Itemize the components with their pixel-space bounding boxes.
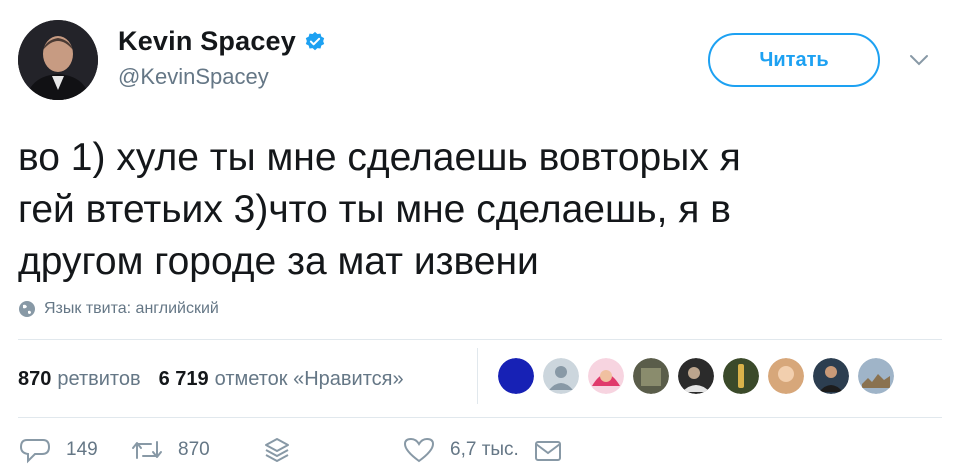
tweet-language[interactable]: Язык твита: английский [18,300,219,318]
likes-stat[interactable]: 6 719 отметок «Нравится» [159,368,404,391]
author-avatar[interactable] [18,20,98,100]
tweet-line: во 1) хуле ты мне сделаешь вовторых я [18,136,741,179]
retweet-button[interactable]: 870 [130,436,260,464]
reply-button[interactable]: 149 [18,436,130,464]
direct-message-button[interactable] [532,436,580,464]
tweet-stats: 870 ретвитов 6 719 отметок «Нравится» [18,368,404,391]
heart-icon [403,437,435,463]
divider [18,417,942,418]
author-name-row: Kevin Spacey [118,26,326,57]
liker-avatars [498,358,903,394]
liker-avatar[interactable] [813,358,849,394]
author-name[interactable]: Kevin Spacey [118,26,296,57]
liker-avatar[interactable] [588,358,624,394]
language-label: Язык твита: английский [44,300,219,317]
tweet-line: другом городе за мат извени [18,240,539,283]
divider [18,339,942,340]
like-button[interactable]: 6,7 тыс. [402,436,532,464]
mail-icon [535,441,561,461]
globe-icon [19,301,35,317]
liker-avatar[interactable] [768,358,804,394]
retweets-stat[interactable]: 870 ретвитов [18,368,141,391]
tweet-text: во 1) хуле ты мне сделаешь вовторых я ге… [18,132,918,288]
liker-avatar[interactable] [498,358,534,394]
stack-icon [265,438,289,462]
follow-button[interactable]: Читать [708,33,880,87]
tweet-actions: 149 870 6,7 тыс. [18,436,580,464]
reply-count: 149 [66,439,98,460]
stats-separator [477,348,478,404]
reply-icon [19,439,51,464]
author-handle[interactable]: @KevinSpacey [118,64,269,90]
liker-avatar[interactable] [723,358,759,394]
retweet-count: 870 [178,439,210,460]
retweet-icon [132,441,162,459]
liker-avatar[interactable] [858,358,894,394]
like-count: 6,7 тыс. [450,439,519,460]
liker-avatar[interactable] [543,358,579,394]
chevron-down-icon[interactable] [908,52,930,68]
moments-button[interactable] [260,436,402,464]
author-photo [18,20,98,100]
liker-avatar[interactable] [678,358,714,394]
liker-avatar[interactable] [633,358,669,394]
tweet-line: гей втетьих 3)что ты мне сделаешь, я в [18,188,731,231]
verified-badge-icon [305,31,325,50]
